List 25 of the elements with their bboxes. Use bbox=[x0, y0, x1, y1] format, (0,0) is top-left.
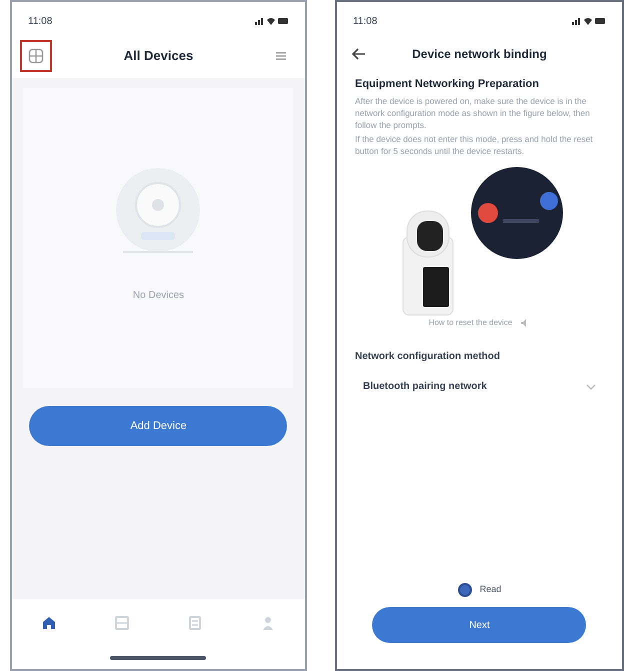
layout-toggle-button[interactable] bbox=[20, 40, 52, 72]
grid-icon bbox=[114, 615, 130, 631]
status-icons bbox=[572, 16, 606, 26]
empty-message: No Devices bbox=[132, 289, 184, 303]
status-icons bbox=[254, 16, 289, 26]
grid-icon bbox=[28, 48, 44, 64]
instruction-text: After the device is powered on, make sure the device is in the network configuration mode as shown in the figure below, then follow the prompts. bbox=[354, 94, 591, 130]
figure-caption: How to reset the device bbox=[428, 316, 512, 328]
home-icon bbox=[40, 615, 57, 631]
menu-icon bbox=[274, 50, 287, 62]
status-time: 11:08 bbox=[28, 14, 52, 28]
document-icon bbox=[187, 615, 204, 631]
dropdown-value: Bluetooth pairing network bbox=[362, 380, 487, 394]
status-time: 11:08 bbox=[352, 14, 378, 28]
field-label: Network configuration method bbox=[354, 350, 501, 364]
screen-title: Device network binding bbox=[411, 46, 548, 63]
section-heading: Equipment Networking Preparation bbox=[354, 77, 540, 92]
next-button[interactable]: Next bbox=[372, 607, 586, 643]
add-device-button[interactable]: Add Device bbox=[29, 406, 288, 446]
chevron-down-icon bbox=[586, 384, 596, 390]
agree-label: Read bbox=[480, 583, 502, 596]
screen-title: All Devices bbox=[124, 47, 194, 66]
back-icon bbox=[352, 48, 366, 60]
instruction-text: If the device does not enter this mode, press and hold the reset button for 5 seconds until the device restarts. bbox=[354, 132, 594, 156]
agree-checkbox[interactable] bbox=[458, 583, 472, 597]
